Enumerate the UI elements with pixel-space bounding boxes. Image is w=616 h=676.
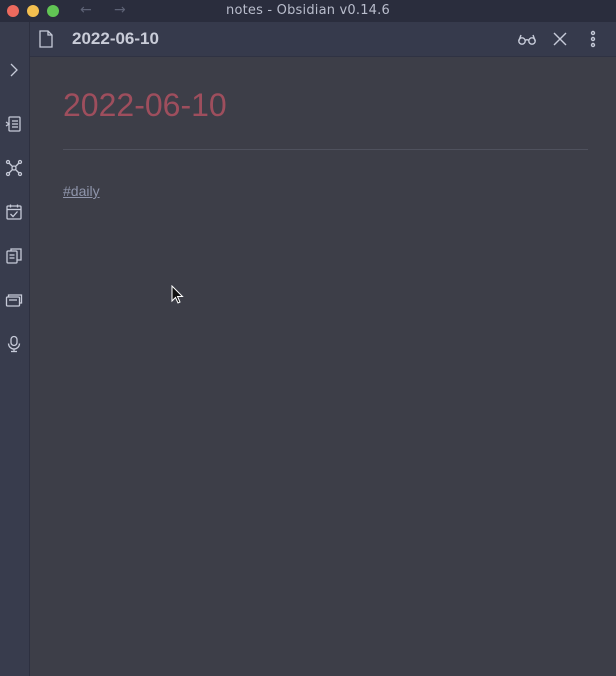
graph-view-icon[interactable] bbox=[4, 158, 24, 178]
view-header: 2022-06-10 bbox=[30, 22, 616, 57]
window-title: notes - Obsidian v0.14.6 bbox=[226, 3, 390, 18]
slides-icon[interactable] bbox=[4, 290, 24, 310]
title-bar: ← → notes - Obsidian v0.14.6 bbox=[0, 0, 616, 22]
more-options-icon[interactable] bbox=[583, 30, 603, 48]
close-icon[interactable] bbox=[550, 30, 570, 48]
note-heading: 2022-06-10 bbox=[63, 87, 227, 123]
microphone-icon[interactable] bbox=[4, 334, 24, 354]
divider bbox=[63, 149, 588, 150]
file-icon bbox=[38, 30, 54, 48]
tag-link[interactable]: #daily bbox=[63, 183, 100, 199]
left-ribbon bbox=[0, 22, 30, 676]
chevron-right-icon[interactable] bbox=[4, 60, 24, 80]
reading-view-icon[interactable] bbox=[517, 30, 537, 48]
daily-note-calendar-icon[interactable] bbox=[4, 202, 24, 222]
view-header-title[interactable]: 2022-06-10 bbox=[72, 29, 159, 49]
note-content[interactable]: 2022-06-10 #daily bbox=[30, 57, 616, 676]
mouse-cursor-icon bbox=[171, 284, 185, 305]
templates-icon[interactable] bbox=[4, 246, 24, 266]
quick-switcher-icon[interactable] bbox=[4, 114, 24, 134]
